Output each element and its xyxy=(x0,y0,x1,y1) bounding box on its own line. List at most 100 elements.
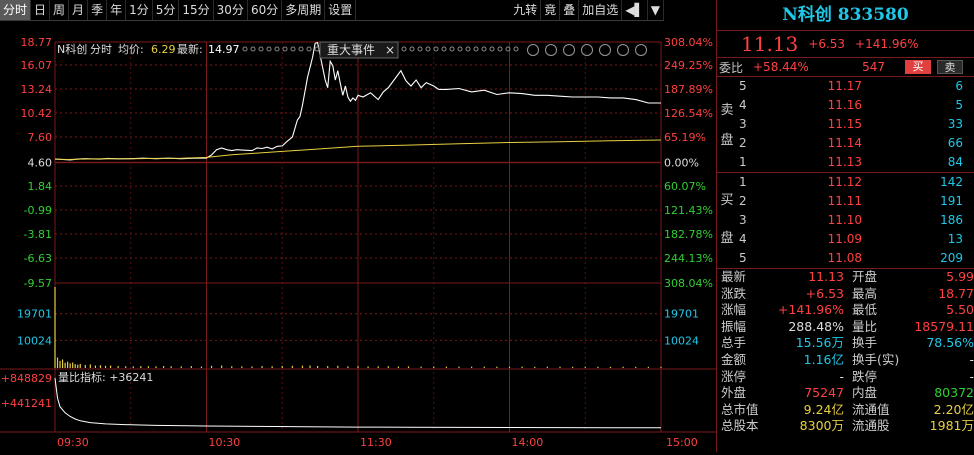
pct-tick-label: 65.19% xyxy=(664,131,706,144)
event-dot xyxy=(298,46,304,52)
hand-icon[interactable] xyxy=(545,44,557,56)
stats-row: 涨幅 +141.96% 最低 5.50 xyxy=(717,302,974,319)
ask-row[interactable]: 4 11.16 5 xyxy=(717,96,974,115)
stat-l1: 涨跌 xyxy=(721,285,747,301)
stat-l2: 换手(实) xyxy=(851,351,900,367)
event-dot xyxy=(250,46,256,52)
intraday-chart[interactable]: 18.77 308.04% 16.07 249.25% 13.24 187.89% 10.4… xyxy=(0,20,716,452)
bid-row[interactable]: 3 11.10 186 xyxy=(717,211,974,230)
bid-side-label-1: 买 xyxy=(720,193,734,208)
period-tab-8[interactable]: 15分 xyxy=(179,0,214,20)
period-tab-10[interactable]: 60分 xyxy=(248,0,283,20)
bid-price: 11.12 xyxy=(827,175,862,189)
stat-l2: 流通值 xyxy=(851,401,890,417)
ask-price: 11.14 xyxy=(827,136,862,150)
ask-row[interactable]: 1 11.13 84 xyxy=(717,153,974,172)
period-tab-5[interactable]: 年 xyxy=(107,0,127,20)
trash-icon[interactable] xyxy=(599,44,611,56)
bid-vol: 186 xyxy=(940,213,963,227)
major-event-label: 重大事件 xyxy=(327,43,375,57)
ask-row[interactable]: 3 11.15 33 xyxy=(717,115,974,134)
bid-book: 买 盘 1 11.12 142 2 11.11 191 3 11.10 186 4 11.09 13 5… xyxy=(717,173,974,268)
pct-tick-label: 0.00% xyxy=(664,157,699,170)
period-tab-1[interactable]: 日 xyxy=(31,0,51,20)
ask-side-label-2: 盘 xyxy=(720,133,734,148)
toolbar-right-item-4[interactable]: ◀▌ xyxy=(622,0,648,20)
bid-price: 11.09 xyxy=(827,232,862,246)
toolbar-right-item-1[interactable]: 竟 xyxy=(541,0,561,20)
indicator-tick-label: +848829 xyxy=(1,372,52,385)
price-tick-label: 18.77 xyxy=(21,36,53,49)
price-tick-label: -0.99 xyxy=(24,204,52,217)
pct-tick-label: 126.54% xyxy=(664,107,713,120)
bid-row[interactable]: 2 11.11 191 xyxy=(717,192,974,211)
stat-v1: 75247 xyxy=(804,385,844,401)
stat-l2: 开盘 xyxy=(851,269,877,284)
time-label: 09:30 xyxy=(57,436,89,449)
bid-price: 11.08 xyxy=(827,251,862,265)
zoom-out-icon[interactable] xyxy=(635,44,647,56)
undo-icon[interactable] xyxy=(563,44,575,56)
scissors-icon[interactable] xyxy=(581,44,593,56)
weibi-diff: 547 xyxy=(862,60,885,74)
period-tab-6[interactable]: 1分 xyxy=(126,0,153,20)
event-dot xyxy=(274,46,280,52)
period-tab-9[interactable]: 30分 xyxy=(214,0,248,20)
volume-tick-label: 19701 xyxy=(17,308,52,321)
sell-button[interactable]: 卖 xyxy=(937,60,963,74)
buy-button[interactable]: 买 xyxy=(905,60,931,74)
period-tab-2[interactable]: 周 xyxy=(50,0,70,20)
pct-tick-label: 308.04% xyxy=(664,277,713,290)
bid-row[interactable]: 4 11.09 13 xyxy=(717,230,974,249)
period-tab-3[interactable]: 月 xyxy=(69,0,89,20)
event-dot xyxy=(497,46,503,52)
eye-icon[interactable] xyxy=(527,44,539,56)
price-tick-label: 1.84 xyxy=(28,180,53,193)
stat-v2: 5.99 xyxy=(946,269,974,284)
period-tab-11[interactable]: 多周期 xyxy=(282,0,326,20)
quote-panel: N科创 833580 11.13 +6.53 +141.96% 委比 +58.4… xyxy=(717,0,974,452)
time-label: 10:30 xyxy=(209,436,241,449)
toolbar-right-item-2[interactable]: 叠 xyxy=(560,0,580,20)
toolbar-right-item-3[interactable]: 加自选 xyxy=(579,0,623,20)
period-tab-12[interactable]: 设置 xyxy=(325,0,357,20)
zoom-in-icon[interactable] xyxy=(617,44,629,56)
ask-vol: 84 xyxy=(947,155,963,169)
event-dot xyxy=(282,46,288,52)
event-dot xyxy=(242,46,248,52)
bid-lvl: 5 xyxy=(739,251,747,265)
ask-row[interactable]: 5 11.17 6 xyxy=(717,77,974,96)
event-dot xyxy=(266,46,272,52)
event-dot xyxy=(425,46,431,52)
stat-v2: 78.56% xyxy=(926,335,974,351)
price-tick-label: 16.07 xyxy=(21,59,53,72)
toolbar-right-item-0[interactable]: 九转 xyxy=(510,0,542,20)
price-tick-label: -6.63 xyxy=(24,252,52,265)
bid-row[interactable]: 1 11.12 142 xyxy=(717,173,974,192)
ask-side-label-1: 卖 xyxy=(720,103,734,118)
bid-side-label-2: 盘 xyxy=(720,231,734,246)
bid-price: 11.11 xyxy=(827,194,862,208)
stat-l1: 总股本 xyxy=(721,418,759,434)
event-dot xyxy=(401,46,407,52)
price-tick-label: 10.42 xyxy=(21,107,53,120)
stats-row: 涨停 - 跌停 - xyxy=(717,369,974,386)
toolbar-right-item-5[interactable]: ▼ xyxy=(648,0,664,20)
price-tick-label: 7.60 xyxy=(28,131,53,144)
stat-l2: 换手 xyxy=(851,335,877,351)
indicator-label: 量比指标: +36241 xyxy=(58,370,153,384)
stats-row: 总市值 9.24亿 流通值 2.20亿 xyxy=(717,402,974,419)
stat-l2: 量比 xyxy=(851,318,877,334)
period-tab-0[interactable]: 分时 xyxy=(0,0,32,20)
pct-tick-label: 182.78% xyxy=(664,228,713,241)
period-tab-7[interactable]: 5分 xyxy=(153,0,180,20)
ask-row[interactable]: 2 11.14 66 xyxy=(717,134,974,153)
stat-v1: +141.96% xyxy=(777,302,844,318)
bid-row[interactable]: 5 11.08 209 xyxy=(717,249,974,268)
volume-tick-label-right: 19701 xyxy=(664,308,699,321)
chart-stock-name: N科创 xyxy=(57,42,87,56)
period-tab-4[interactable]: 季 xyxy=(88,0,108,20)
stat-l2: 跌停 xyxy=(851,368,877,384)
major-event-close: × xyxy=(385,43,395,57)
intraday-chart-svg[interactable]: 18.77 308.04% 16.07 249.25% 13.24 187.89% 10.4… xyxy=(0,20,716,452)
